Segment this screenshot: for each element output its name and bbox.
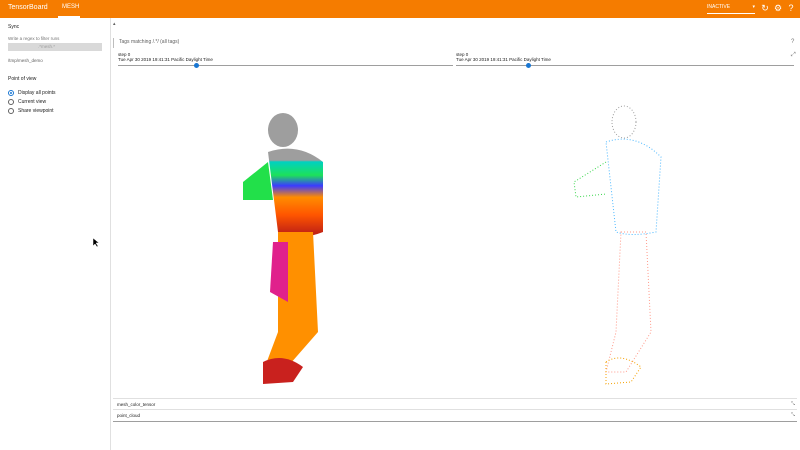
tags-search-text: Tags matching /.*/ (all tags) <box>119 39 180 45</box>
mesh-arm <box>243 162 273 200</box>
gear-icon[interactable]: ⚙ <box>773 3 783 13</box>
run-filter-value: .*mesh.* <box>38 44 56 49</box>
timestamp-label: Tue Apr 30 2019 19:41:31 Pacific Dayligh… <box>456 57 551 62</box>
point-cloud <box>573 105 662 385</box>
radio-share-viewpoint[interactable] <box>8 108 14 114</box>
mouse-cursor-icon <box>93 238 99 247</box>
cloud-leg <box>605 231 652 373</box>
expand-icon[interactable]: ⤡ <box>791 401 795 407</box>
mesh-panel-1: step 0 Tue Apr 30 2019 19:41:31 Pacific … <box>118 52 453 392</box>
timestamp-label: Tue Apr 30 2019 19:41:31 Pacific Dayligh… <box>118 57 213 62</box>
radio-label-current-view[interactable]: Current view <box>18 99 46 105</box>
step-slider-thumb[interactable] <box>194 63 199 68</box>
cloud-foot <box>605 357 642 385</box>
mesh-view[interactable] <box>118 72 453 392</box>
sidebar: Sync Write a regex to filter runs .*mesh… <box>0 18 110 450</box>
cloud-torso <box>605 138 662 235</box>
step-slider-track[interactable] <box>456 65 794 66</box>
mesh-foot <box>263 358 303 384</box>
mesh-torso <box>268 148 323 237</box>
card-title: point_cloud <box>117 413 141 418</box>
content-bottom-border <box>113 421 797 422</box>
point-of-view-title: Point of view <box>8 76 37 82</box>
tab-mesh[interactable]: MESH <box>62 4 79 10</box>
expand-icon[interactable]: ⤡ <box>791 412 795 418</box>
help-icon[interactable]: ? <box>791 39 794 45</box>
sidebar-divider <box>110 18 111 450</box>
run-filter-input[interactable]: .*mesh.* <box>8 43 102 51</box>
app-title: TensorBoard <box>8 4 48 11</box>
top-app-bar: TensorBoard MESH INACTIVE ▾ ↻ ⚙ ? <box>0 0 800 18</box>
collapse-icon[interactable]: ▴ <box>113 21 116 27</box>
mesh-panel-2: step 0 Tue Apr 30 2019 19:41:31 Pacific … <box>456 52 794 392</box>
cloud-arm <box>573 161 607 198</box>
point-cloud-view[interactable] <box>456 72 791 392</box>
run-filter-label: Write a regex to filter runs <box>8 36 60 41</box>
expand-icon[interactable]: ⤢ <box>791 52 796 59</box>
run-selector-value: INACTIVE <box>707 4 731 10</box>
radio-current-view[interactable] <box>8 99 14 105</box>
card-point-cloud[interactable]: point_cloud ⤡ <box>113 409 797 421</box>
cloud-head <box>611 105 637 139</box>
radio-display-all-points[interactable] <box>8 90 14 96</box>
step-slider-thumb[interactable] <box>526 63 531 68</box>
mesh-head <box>268 113 298 147</box>
mesh-leg-magenta <box>270 242 288 302</box>
radio-label-share-viewpoint[interactable]: Share viewpoint <box>18 108 54 114</box>
sync-title: Sync <box>8 24 20 30</box>
mesh-leg <box>263 232 318 372</box>
tags-search-input[interactable]: Tags matching /.*/ (all tags) <box>113 38 798 48</box>
refresh-icon[interactable]: ↻ <box>760 3 770 13</box>
help-icon[interactable]: ? <box>786 3 796 13</box>
chevron-down-icon: ▾ <box>752 4 755 10</box>
run-item[interactable]: /tmp/mesh_demo <box>8 58 43 63</box>
step-slider-track[interactable] <box>118 65 453 66</box>
run-selector-dropdown[interactable]: INACTIVE ▾ <box>707 3 755 14</box>
radio-label-display-all-points[interactable]: Display all points <box>18 90 56 96</box>
card-title: mesh_color_tensor <box>117 402 156 407</box>
